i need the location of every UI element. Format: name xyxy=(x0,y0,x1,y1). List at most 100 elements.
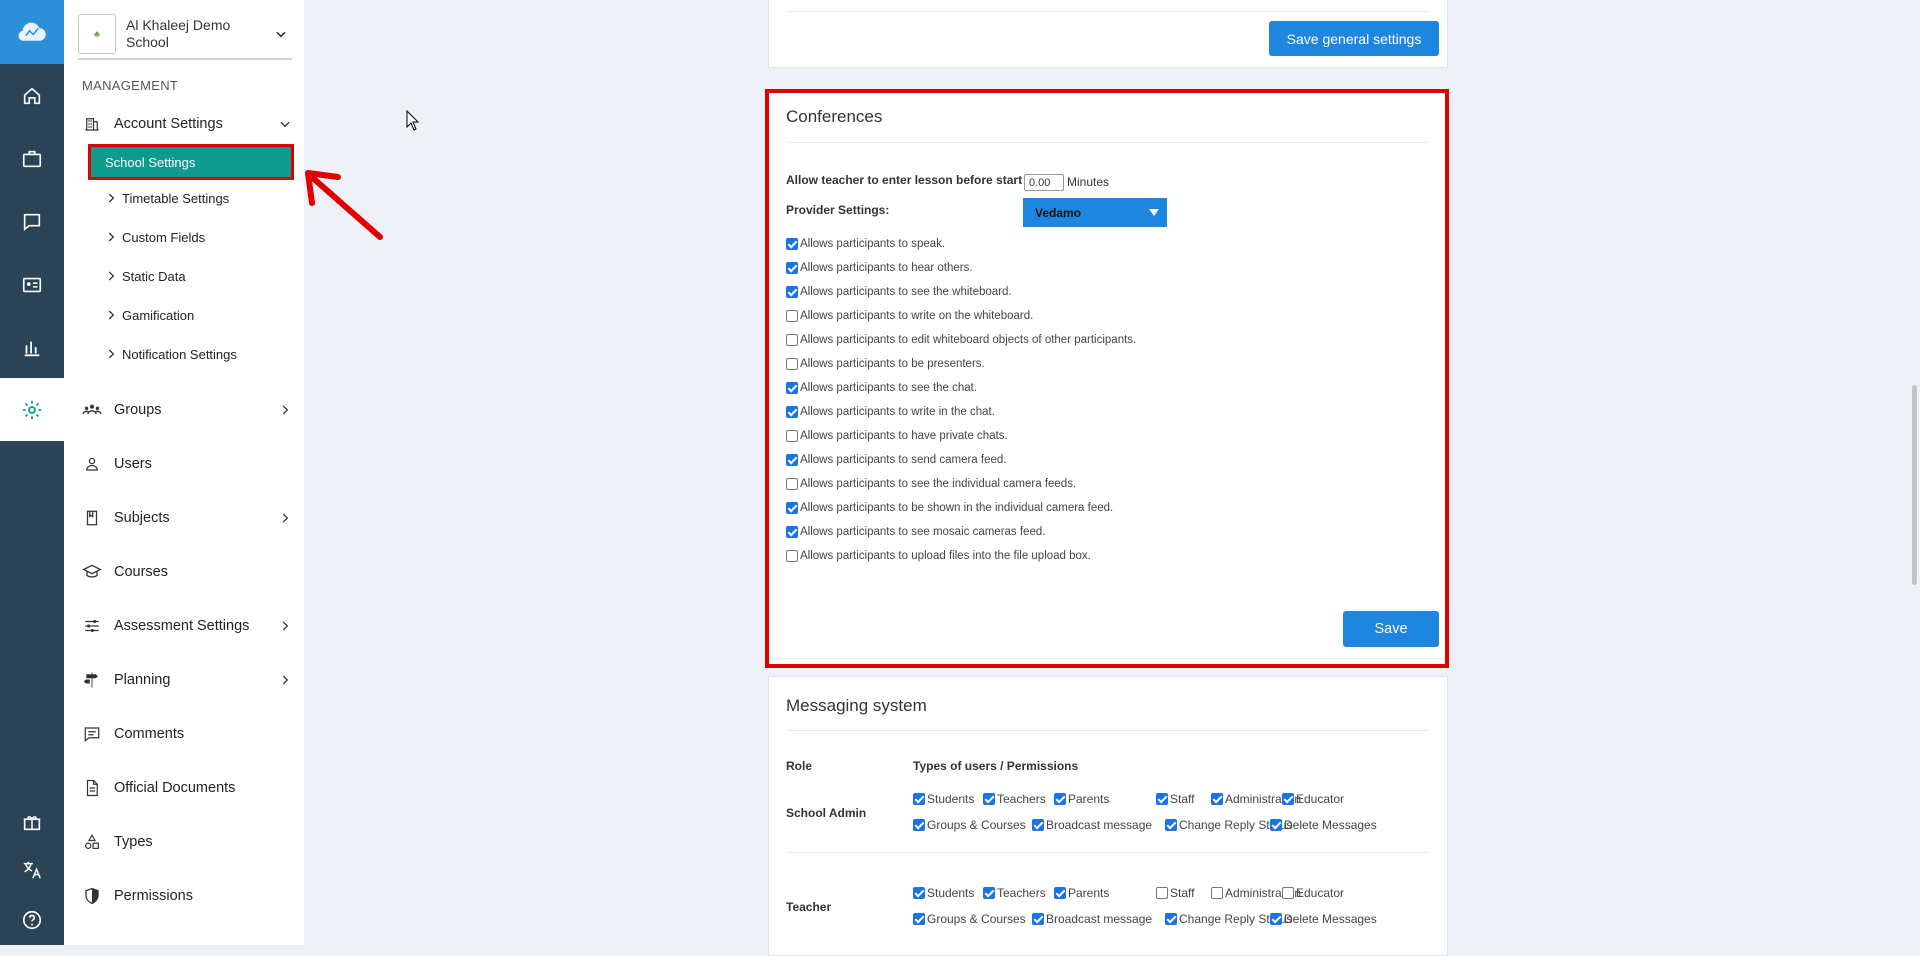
messaging-label: Students xyxy=(927,792,975,806)
permission-checkbox[interactable] xyxy=(786,430,798,442)
messaging-checkbox[interactable] xyxy=(1156,887,1168,899)
messaging-permission[interactable]: Teachers xyxy=(983,886,1046,900)
permission-row[interactable]: Allows participants to see the individua… xyxy=(786,475,1076,493)
rail-id-card[interactable] xyxy=(0,253,64,316)
permission-label: Allows participants to be presenters. xyxy=(800,358,985,370)
nav-notification-settings[interactable]: Notification Settings xyxy=(104,343,237,365)
nav-custom-fields[interactable]: Custom Fields xyxy=(104,226,205,248)
nav-courses[interactable]: Courses xyxy=(82,558,292,586)
permission-checkbox[interactable] xyxy=(786,478,798,490)
permission-row[interactable]: Allows participants to be shown in the i… xyxy=(786,499,1113,517)
messaging-checkbox[interactable] xyxy=(1032,913,1044,925)
nav-permissions[interactable]: Permissions xyxy=(82,882,292,910)
permission-row[interactable]: Allows participants to have private chat… xyxy=(786,427,1008,445)
permission-checkbox[interactable] xyxy=(786,454,798,466)
nav-static-data[interactable]: Static Data xyxy=(104,265,186,287)
nav-groups[interactable]: Groups xyxy=(82,396,292,424)
permission-row[interactable]: Allows participants to hear others. xyxy=(786,259,973,277)
permission-checkbox[interactable] xyxy=(786,382,798,394)
nav-planning[interactable]: Planning xyxy=(82,666,292,694)
permission-checkbox[interactable] xyxy=(786,286,798,298)
save-conferences-button[interactable]: Save xyxy=(1343,611,1439,647)
rail-settings[interactable] xyxy=(0,378,64,441)
permission-row[interactable]: Allows participants to send camera feed. xyxy=(786,451,1006,469)
messaging-checkbox[interactable] xyxy=(1165,819,1177,831)
nav-timetable-settings[interactable]: Timetable Settings xyxy=(104,187,229,209)
nav-official-documents[interactable]: Official Documents xyxy=(82,774,292,802)
rail-home[interactable] xyxy=(0,64,64,127)
permission-row[interactable]: Allows participants to speak. xyxy=(786,235,945,253)
messaging-permission[interactable]: Delete Messages xyxy=(1270,912,1377,926)
messaging-permission[interactable]: Broadcast message xyxy=(1032,818,1152,832)
messaging-permission[interactable]: Students xyxy=(913,886,974,900)
messaging-permission[interactable]: Broadcast message xyxy=(1032,912,1152,926)
messaging-checkbox[interactable] xyxy=(913,913,925,925)
permission-row[interactable]: Allows participants to be presenters. xyxy=(786,355,985,373)
messaging-checkbox[interactable] xyxy=(1282,887,1294,899)
permission-checkbox[interactable] xyxy=(786,526,798,538)
messaging-checkbox[interactable] xyxy=(983,793,995,805)
messaging-permission[interactable]: Educator xyxy=(1282,792,1344,806)
permission-row[interactable]: Allows participants to upload files into… xyxy=(786,547,1091,565)
messaging-checkbox[interactable] xyxy=(1270,819,1282,831)
permission-checkbox[interactable] xyxy=(786,262,798,274)
nav-gamification[interactable]: Gamification xyxy=(104,304,194,326)
permission-row[interactable]: Allows participants to write on the whit… xyxy=(786,307,1033,325)
nav-subjects[interactable]: Subjects xyxy=(82,504,292,532)
minutes-input[interactable] xyxy=(1024,174,1064,191)
messaging-permission[interactable]: Staff xyxy=(1156,886,1194,900)
messaging-permission[interactable]: Staff xyxy=(1156,792,1194,806)
permission-row[interactable]: Allows participants to see the whiteboar… xyxy=(786,283,1012,301)
permission-label: Allows participants to edit whiteboard o… xyxy=(800,334,1137,346)
rail-briefcase[interactable] xyxy=(0,127,64,190)
messaging-permission[interactable]: Delete Messages xyxy=(1270,818,1377,832)
messaging-checkbox[interactable] xyxy=(913,887,925,899)
messaging-checkbox[interactable] xyxy=(913,793,925,805)
nav-assessment-settings[interactable]: Assessment Settings xyxy=(82,612,292,640)
permission-checkbox[interactable] xyxy=(786,502,798,514)
main-scrollbar[interactable] xyxy=(1912,385,1917,585)
school-switcher[interactable]: ♣ Al Khaleej Demo School xyxy=(78,10,292,60)
messaging-permission[interactable]: Students xyxy=(913,792,974,806)
messaging-permission[interactable]: Educator xyxy=(1282,886,1344,900)
messaging-permission[interactable]: Parents xyxy=(1054,792,1109,806)
messaging-checkbox[interactable] xyxy=(913,819,925,831)
messaging-checkbox[interactable] xyxy=(1032,819,1044,831)
nav-school-settings[interactable]: School Settings xyxy=(88,144,294,180)
messaging-checkbox[interactable] xyxy=(1054,887,1066,899)
messaging-checkbox[interactable] xyxy=(1282,793,1294,805)
permission-row[interactable]: Allows participants to write in the chat… xyxy=(786,403,995,421)
messaging-checkbox[interactable] xyxy=(1156,793,1168,805)
permission-checkbox[interactable] xyxy=(786,358,798,370)
nav-types[interactable]: Types xyxy=(82,828,292,856)
permission-row[interactable]: Allows participants to edit whiteboard o… xyxy=(786,331,1136,349)
rail-help[interactable] xyxy=(0,888,64,951)
nav-label: Users xyxy=(114,456,152,472)
nav-comments[interactable]: Comments xyxy=(82,720,292,748)
permission-checkbox[interactable] xyxy=(786,310,798,322)
permission-checkbox[interactable] xyxy=(786,238,798,250)
messaging-checkbox[interactable] xyxy=(1211,793,1223,805)
nav-account-settings[interactable]: Account Settings xyxy=(82,110,292,138)
messaging-permission[interactable]: Groups & Courses xyxy=(913,912,1026,926)
messaging-permission[interactable]: Groups & Courses xyxy=(913,818,1026,832)
messaging-permission[interactable]: Parents xyxy=(1054,886,1109,900)
nav-users[interactable]: Users xyxy=(82,450,292,478)
permission-checkbox[interactable] xyxy=(786,406,798,418)
permission-row[interactable]: Allows participants to see mosaic camera… xyxy=(786,523,1045,541)
messaging-checkbox[interactable] xyxy=(1211,887,1223,899)
messaging-checkbox[interactable] xyxy=(1270,913,1282,925)
messaging-checkbox[interactable] xyxy=(1054,793,1066,805)
rail-reports[interactable] xyxy=(0,316,64,379)
app-logo[interactable] xyxy=(0,0,64,64)
save-general-settings-button[interactable]: Save general settings xyxy=(1269,21,1439,56)
messaging-permission[interactable]: Teachers xyxy=(983,792,1046,806)
permission-checkbox[interactable] xyxy=(786,334,798,346)
messaging-checkbox[interactable] xyxy=(983,887,995,899)
permission-checkbox[interactable] xyxy=(786,550,798,562)
provider-select[interactable]: Vedamo xyxy=(1023,198,1167,227)
rail-messages[interactable] xyxy=(0,190,64,253)
permission-row[interactable]: Allows participants to see the chat. xyxy=(786,379,977,397)
messaging-checkbox[interactable] xyxy=(1165,913,1177,925)
building-icon xyxy=(82,114,102,134)
